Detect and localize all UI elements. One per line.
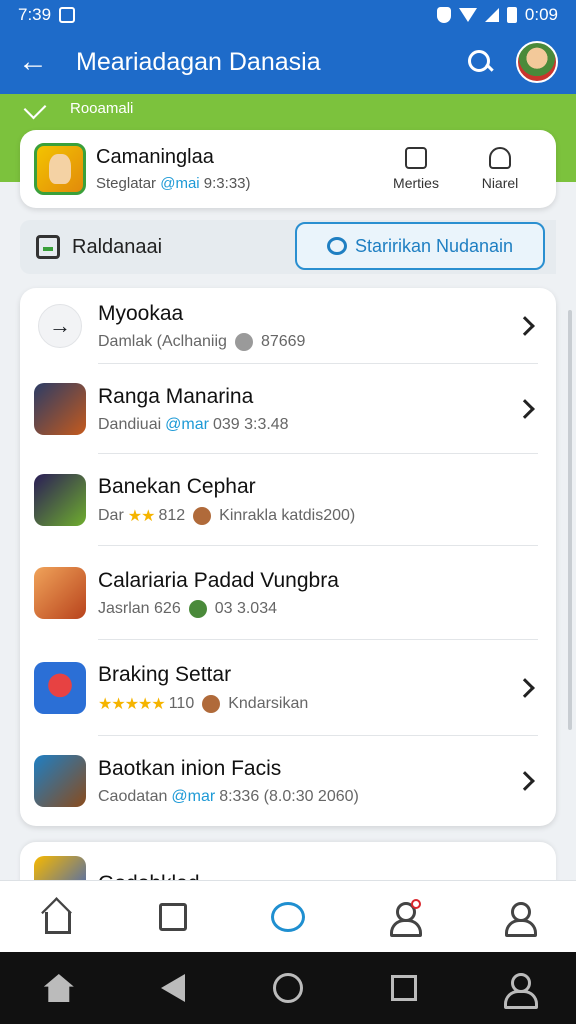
status-time: 7:39 — [18, 5, 52, 24]
item-subtitle: ★★★★★ 110 Kndarsikan — [98, 694, 518, 714]
item-title: Ranga Manarina — [98, 384, 254, 408]
user-avatar-icon — [193, 506, 212, 525]
list-item[interactable]: Ranga Manarina Dandiuai @mar 039 3:3.48 — [20, 364, 556, 454]
chevron-right-icon[interactable] — [515, 399, 535, 419]
search-icon[interactable] — [466, 48, 494, 76]
game-icon — [34, 662, 86, 714]
item-count: 812 — [158, 506, 186, 524]
item-sub-a: Jasrlan 626 — [98, 599, 181, 617]
item-count: 110 — [168, 694, 195, 712]
item-subtitle: Dandiuai @mar 039 3:3.48 — [98, 416, 518, 434]
bottom-nav — [0, 880, 576, 952]
featured-title: Camaninglaa — [96, 146, 214, 168]
chevron-right-icon[interactable] — [515, 678, 535, 698]
user-avatar-icon — [202, 694, 221, 713]
item-sub-a: Dar — [98, 506, 124, 524]
game-icon — [34, 383, 86, 435]
featured-sub-value: 9:3:33) — [203, 175, 251, 192]
star-rating: ★★ — [127, 507, 156, 525]
item-title: Myookaa — [98, 301, 184, 325]
status-bar: 7:39 0:09 — [0, 0, 576, 30]
shield-icon — [436, 7, 451, 23]
avatar[interactable] — [516, 41, 558, 83]
merties-label: Merties — [393, 175, 439, 191]
signal-icon — [484, 8, 499, 22]
item-sub-b: 03 3.034 — [214, 599, 277, 617]
account-icon[interactable] — [498, 897, 538, 937]
item-sub-b: 8:336 (8.0:30 2060) — [219, 787, 359, 805]
game-icon — [34, 567, 86, 619]
list-item[interactable]: Calariaria Padad Vungbra Jasrlan 626 03 … — [20, 546, 556, 640]
media-icon[interactable] — [153, 897, 193, 937]
featured-handle[interactable]: @mai — [160, 175, 199, 192]
games-icon[interactable] — [268, 897, 308, 937]
list-item[interactable]: Braking Settar ★★★★★ 110 Kndarsikan — [20, 640, 556, 736]
start-button[interactable]: Staririkan Nudanain — [295, 222, 545, 270]
item-handle[interactable]: @mar — [171, 788, 215, 806]
item-subtitle: Caodatan @mar 8:336 (8.0:30 2060) — [98, 788, 518, 806]
merties-button[interactable]: Merties — [374, 147, 458, 191]
item-sub-b: Kndarsikan — [228, 694, 309, 712]
niarel-button[interactable]: Niarel — [458, 147, 542, 191]
item-subtitle: Jasrlan 626 03 3.034 — [98, 599, 542, 618]
system-recents-icon[interactable] — [390, 975, 417, 1001]
item-handle[interactable]: @mar — [165, 416, 209, 434]
battery-icon — [506, 7, 517, 23]
item-sub-a: Caodatan — [98, 787, 168, 805]
list-item[interactable]: Baotkan inion Facis Caodatan @mar 8:336 … — [20, 736, 556, 826]
user-avatar-icon — [188, 599, 207, 618]
system-home-circle-icon[interactable] — [272, 973, 303, 1003]
filter-label: Raldanaai — [72, 235, 163, 258]
app-bar: ← Meariadagan Danasia — [0, 30, 576, 94]
scrollbar[interactable] — [568, 310, 572, 730]
featured-subtitle: Steglatar @mai 9:3:33) — [96, 175, 374, 192]
game-icon — [34, 474, 86, 526]
item-sub-a: Damlak (Aclhaniig — [98, 332, 227, 350]
item-title: Calariaria Padad Vungbra — [98, 568, 339, 592]
featured-card[interactable]: Camaninglaa Steglatar @mai 9:3:33) Merti… — [20, 130, 556, 208]
banner-label: Rooamali — [70, 99, 134, 117]
star-rating: ★★★★★ — [98, 695, 166, 713]
system-nav-bar — [0, 952, 576, 1024]
featured-sub-prefix: Steglatar — [96, 175, 157, 192]
system-back-icon[interactable] — [161, 974, 186, 1002]
item-sub-b: 87669 — [260, 332, 306, 350]
wifi-icon — [458, 8, 477, 22]
heart-chat-icon — [326, 237, 347, 255]
game-icon — [34, 755, 86, 807]
featured-game-icon — [34, 143, 86, 195]
info-icon — [234, 332, 253, 351]
profile-icon[interactable] — [383, 897, 423, 937]
item-sub-b: Kinrakla katdis200) — [219, 506, 356, 524]
chevron-right-icon[interactable] — [515, 771, 535, 791]
item-sub-a: Dandiuai — [98, 415, 162, 433]
system-home-icon[interactable] — [43, 974, 74, 1002]
chevron-right-icon[interactable] — [515, 316, 535, 336]
niarel-label: Niarel — [481, 175, 519, 191]
filter-row: Raldanaai Staririkan Nudanain — [20, 220, 556, 274]
item-sub-b: 039 3:3.48 — [212, 415, 289, 433]
battery-text: 0:09 — [524, 5, 558, 24]
notification-dot — [411, 898, 422, 909]
game-list: → Myookaa Damlak (Aclhaniig 87669 Ranga … — [20, 288, 556, 826]
check-icon — [23, 96, 47, 120]
arrow-right-icon: → — [38, 304, 82, 348]
item-subtitle: Damlak (Aclhaniig 87669 — [98, 332, 518, 351]
back-arrow-icon[interactable]: ← — [18, 45, 58, 79]
start-button-label: Staririkan Nudanain — [354, 235, 514, 256]
gallery-notification-icon — [59, 7, 76, 23]
item-title: Banekan Cephar — [98, 474, 256, 498]
item-title: Baotkan inion Facis — [98, 756, 282, 780]
list-item[interactable]: Banekan Cephar Dar ★★ 812 Kinrakla katdi… — [20, 454, 556, 546]
page-title: Meariadagan Danasia — [76, 47, 321, 76]
edit-icon — [405, 147, 427, 169]
system-account-icon[interactable] — [504, 973, 539, 1009]
home-icon[interactable] — [38, 897, 78, 937]
cloud-icon — [489, 147, 511, 169]
item-title: Braking Settar — [98, 662, 232, 686]
item-subtitle: Dar ★★ 812 Kinrakla katdis200) — [98, 506, 542, 526]
filter-icon — [36, 235, 60, 259]
list-item[interactable]: → Myookaa Damlak (Aclhaniig 87669 — [20, 288, 556, 364]
